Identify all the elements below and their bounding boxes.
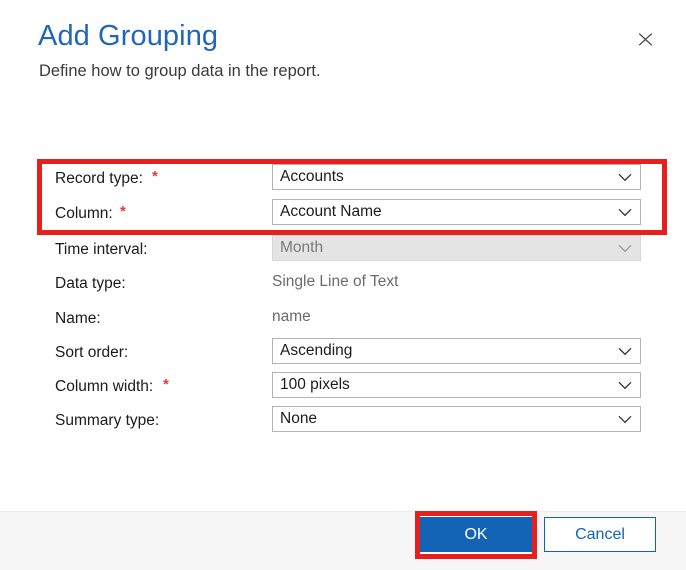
chevron-down-icon	[618, 242, 632, 254]
chevron-down-icon	[618, 206, 632, 218]
form-row-data-type: Data type: Single Line of Text	[0, 267, 686, 301]
dropdown-column-width[interactable]: 100 pixels	[272, 372, 641, 398]
grouping-form: Record type: * Accounts Column: * Accoun…	[0, 155, 686, 455]
page-title: Add Grouping	[38, 20, 219, 52]
dropdown-summary-type[interactable]: None	[272, 406, 641, 432]
value-name: name	[272, 308, 311, 325]
dropdown-summary-type-value: None	[280, 410, 318, 427]
form-row-summary-type: Summary type: None	[0, 404, 686, 438]
value-data-type: Single Line of Text	[272, 273, 399, 290]
dropdown-column-width-value: 100 pixels	[280, 376, 350, 393]
required-asterisk-column-width: *	[163, 376, 169, 393]
dialog-header: Add Grouping Define how to group data in…	[0, 0, 686, 110]
label-data-type: Data type:	[55, 275, 126, 292]
form-row-column-width: Column width: * 100 pixels	[0, 370, 686, 404]
chevron-down-icon	[618, 379, 632, 391]
form-row-column: Column: * Account Name	[0, 197, 686, 231]
dropdown-column-value: Account Name	[280, 203, 382, 220]
dropdown-sort-order-value: Ascending	[280, 342, 353, 359]
label-name: Name:	[55, 310, 101, 327]
close-icon	[638, 32, 653, 47]
form-row-time-interval: Time interval: Month	[0, 233, 686, 267]
label-summary-type: Summary type:	[55, 412, 160, 429]
label-sort-order: Sort order:	[55, 344, 129, 361]
chevron-down-icon	[618, 171, 632, 183]
chevron-down-icon	[618, 413, 632, 425]
dropdown-time-interval-value: Month	[280, 239, 324, 256]
chevron-down-icon	[618, 345, 632, 357]
close-button[interactable]	[628, 22, 662, 56]
dropdown-column[interactable]: Account Name	[272, 199, 641, 225]
label-column-width: Column width:	[55, 378, 154, 395]
label-record-type: Record type:	[55, 170, 143, 187]
required-asterisk-column: *	[120, 203, 126, 220]
label-column: Column:	[55, 205, 113, 222]
ok-button[interactable]: OK	[420, 517, 532, 552]
required-asterisk-record-type: *	[152, 168, 158, 185]
form-row-sort-order: Sort order: Ascending	[0, 336, 686, 370]
dropdown-sort-order[interactable]: Ascending	[272, 338, 641, 364]
add-grouping-dialog: Add Grouping Define how to group data in…	[0, 0, 686, 570]
label-time-interval: Time interval:	[55, 241, 148, 258]
dropdown-time-interval: Month	[272, 235, 641, 261]
form-row-record-type: Record type: * Accounts	[0, 162, 686, 196]
dialog-subtitle: Define how to group data in the report.	[39, 62, 321, 80]
form-row-name: Name: name	[0, 302, 686, 336]
dropdown-record-type[interactable]: Accounts	[272, 164, 641, 190]
cancel-button[interactable]: Cancel	[544, 517, 656, 552]
dropdown-record-type-value: Accounts	[280, 168, 344, 185]
